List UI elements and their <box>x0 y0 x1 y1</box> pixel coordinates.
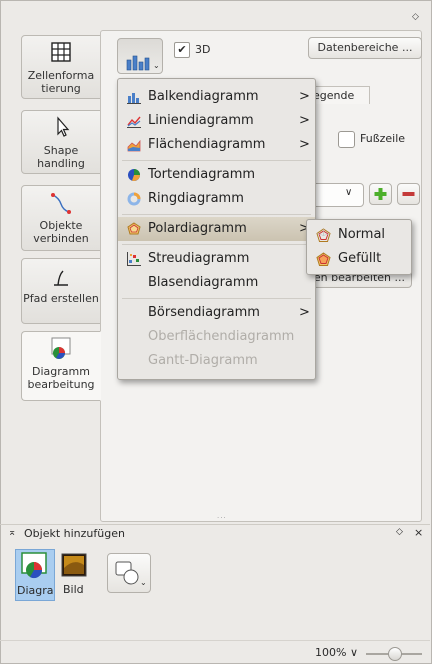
splitter-handle[interactable]: ··· <box>217 514 229 522</box>
menu-item-label: Tortendiagramm <box>148 167 256 182</box>
menu-separator <box>122 298 311 299</box>
menu-item-blasendiagramm[interactable]: Blasendiagramm <box>118 271 315 295</box>
tab-label: Zellenforma tierung <box>27 69 95 95</box>
chart-insert-icon <box>21 552 47 579</box>
chart-type-menu: Balkendiagramm > Liniendiagramm > Fläche… <box>117 78 316 380</box>
data-ranges-button[interactable]: Datenbereiche ... <box>308 37 422 59</box>
tab-label: Diagramm bearbeitung <box>27 365 95 391</box>
polar-chart-icon <box>127 222 141 235</box>
divider <box>0 640 430 641</box>
zoom-select[interactable]: 100% ∨ <box>315 646 358 659</box>
submenu-item-gefuellt[interactable]: Gefüllt <box>307 247 409 271</box>
submenu-item-label: Normal <box>338 227 386 242</box>
chart-edit-icon <box>51 337 71 359</box>
menu-separator <box>122 214 311 215</box>
divider <box>0 524 430 525</box>
footer-checkbox[interactable] <box>338 131 355 148</box>
menu-item-boersendiagramm[interactable]: Börsendiagramm > <box>118 301 315 325</box>
menu-item-label: Börsendiagramm <box>148 305 260 320</box>
bar-chart-icon <box>127 93 141 104</box>
menu-item-flaechendiagramm[interactable]: Flächendiagramm > <box>118 133 315 157</box>
remove-dataset-button[interactable] <box>397 183 420 205</box>
submenu-item-normal[interactable]: Normal <box>307 223 409 247</box>
pie-chart-icon <box>128 169 140 181</box>
bar-chart-icon <box>126 55 150 71</box>
chevron-down-icon: ∨ <box>345 187 353 198</box>
plus-icon <box>374 188 387 200</box>
menu-item-tortendiagramm[interactable]: Tortendiagramm <box>118 163 315 187</box>
chevron-down-icon: ⌄ <box>153 61 160 70</box>
tab-diagrammbearbeitung[interactable]: Diagramm bearbeitung <box>21 331 101 401</box>
menu-item-streudiagramm[interactable]: Streudiagramm <box>118 247 315 271</box>
panel-float-icon[interactable]: ◇ <box>412 12 419 22</box>
close-icon[interactable]: × <box>414 526 423 539</box>
menu-item-label: Gantt-Diagramm <box>148 353 258 368</box>
shapes-icon <box>115 561 139 585</box>
menu-item-label: Oberflächendiagramm <box>148 329 295 344</box>
tab-zellenformatierung[interactable]: Zellenforma tierung <box>21 35 101 99</box>
menu-item-gantt-diagramm: Gantt-Diagramm <box>118 349 315 373</box>
polar-filled-icon <box>316 252 331 266</box>
path-curve-icon <box>54 270 68 286</box>
three-d-label: 3D <box>195 43 211 56</box>
add-chart-item[interactable]: Diagra <box>15 549 55 601</box>
ring-chart-icon <box>127 192 141 206</box>
tab-pfad-erstellen[interactable]: Pfad erstellen <box>21 258 101 324</box>
polar-normal-icon <box>316 228 331 242</box>
tab-shape-handling[interactable]: Shape handling <box>21 110 101 174</box>
three-d-checkbox[interactable]: ✔ <box>174 42 190 58</box>
scatter-chart-icon <box>127 252 141 266</box>
menu-item-label: Polardiagramm <box>148 221 247 236</box>
menu-item-oberflaechendiagramm: Oberflächendiagramm <box>118 325 315 349</box>
chevron-right-icon: > <box>299 305 310 320</box>
chevron-down-icon: ⌄ <box>140 578 147 587</box>
menu-item-label: Blasendiagramm <box>148 275 259 290</box>
submenu-item-label: Gefüllt <box>338 251 382 266</box>
menu-item-ringdiagramm[interactable]: Ringdiagramm <box>118 187 315 211</box>
menu-item-label: Balkendiagramm <box>148 89 259 104</box>
tab-label: Pfad erstellen <box>23 292 99 305</box>
tab-label: Objekte verbinden <box>33 219 89 245</box>
footer-label: Fußzeile <box>360 132 406 145</box>
table-grid-icon <box>51 42 71 62</box>
menu-item-liniendiagramm[interactable]: Liniendiagramm > <box>118 109 315 133</box>
area-chart-icon <box>127 139 141 152</box>
tab-label: Shape handling <box>37 144 85 170</box>
shapes-dropdown-button[interactable]: ⌄ <box>107 553 151 593</box>
image-insert-icon <box>61 553 87 577</box>
tab-objekte-verbinden[interactable]: Objekte verbinden <box>21 185 101 251</box>
zoom-slider-handle[interactable] <box>388 647 402 661</box>
polar-submenu: Normal Gefüllt <box>306 219 412 275</box>
chevron-right-icon: > <box>299 113 310 128</box>
line-chart-icon <box>127 116 141 128</box>
menu-item-label: Liniendiagramm <box>148 113 254 128</box>
add-dataset-button[interactable] <box>369 183 392 205</box>
menu-item-label: Streudiagramm <box>148 251 250 266</box>
tab-label: egende <box>313 89 355 102</box>
menu-item-label: Ringdiagramm <box>148 191 244 206</box>
item-label: Diagra <box>17 584 54 597</box>
chevron-right-icon: > <box>299 137 310 152</box>
item-label: Bild <box>63 583 84 596</box>
chart-type-dropdown-button[interactable]: ⌄ <box>117 38 163 74</box>
chevron-right-icon: > <box>299 89 310 104</box>
menu-item-polardiagramm[interactable]: Polardiagramm > <box>118 217 315 241</box>
collapse-icon[interactable]: ⌅ <box>8 527 16 538</box>
minus-icon <box>402 192 415 196</box>
add-image-item[interactable]: Bild <box>57 549 93 599</box>
menu-separator <box>122 244 311 245</box>
connector-icon <box>51 193 71 214</box>
docker-title: Objekt hinzufügen <box>24 527 125 540</box>
cursor-arrow-icon <box>57 116 70 137</box>
float-icon[interactable]: ◇ <box>396 527 403 537</box>
menu-item-balkendiagramm[interactable]: Balkendiagramm > <box>118 85 315 109</box>
dataset-select[interactable]: ∨ <box>310 183 364 207</box>
menu-item-label: Flächendiagramm <box>148 137 266 152</box>
menu-separator <box>122 160 311 161</box>
